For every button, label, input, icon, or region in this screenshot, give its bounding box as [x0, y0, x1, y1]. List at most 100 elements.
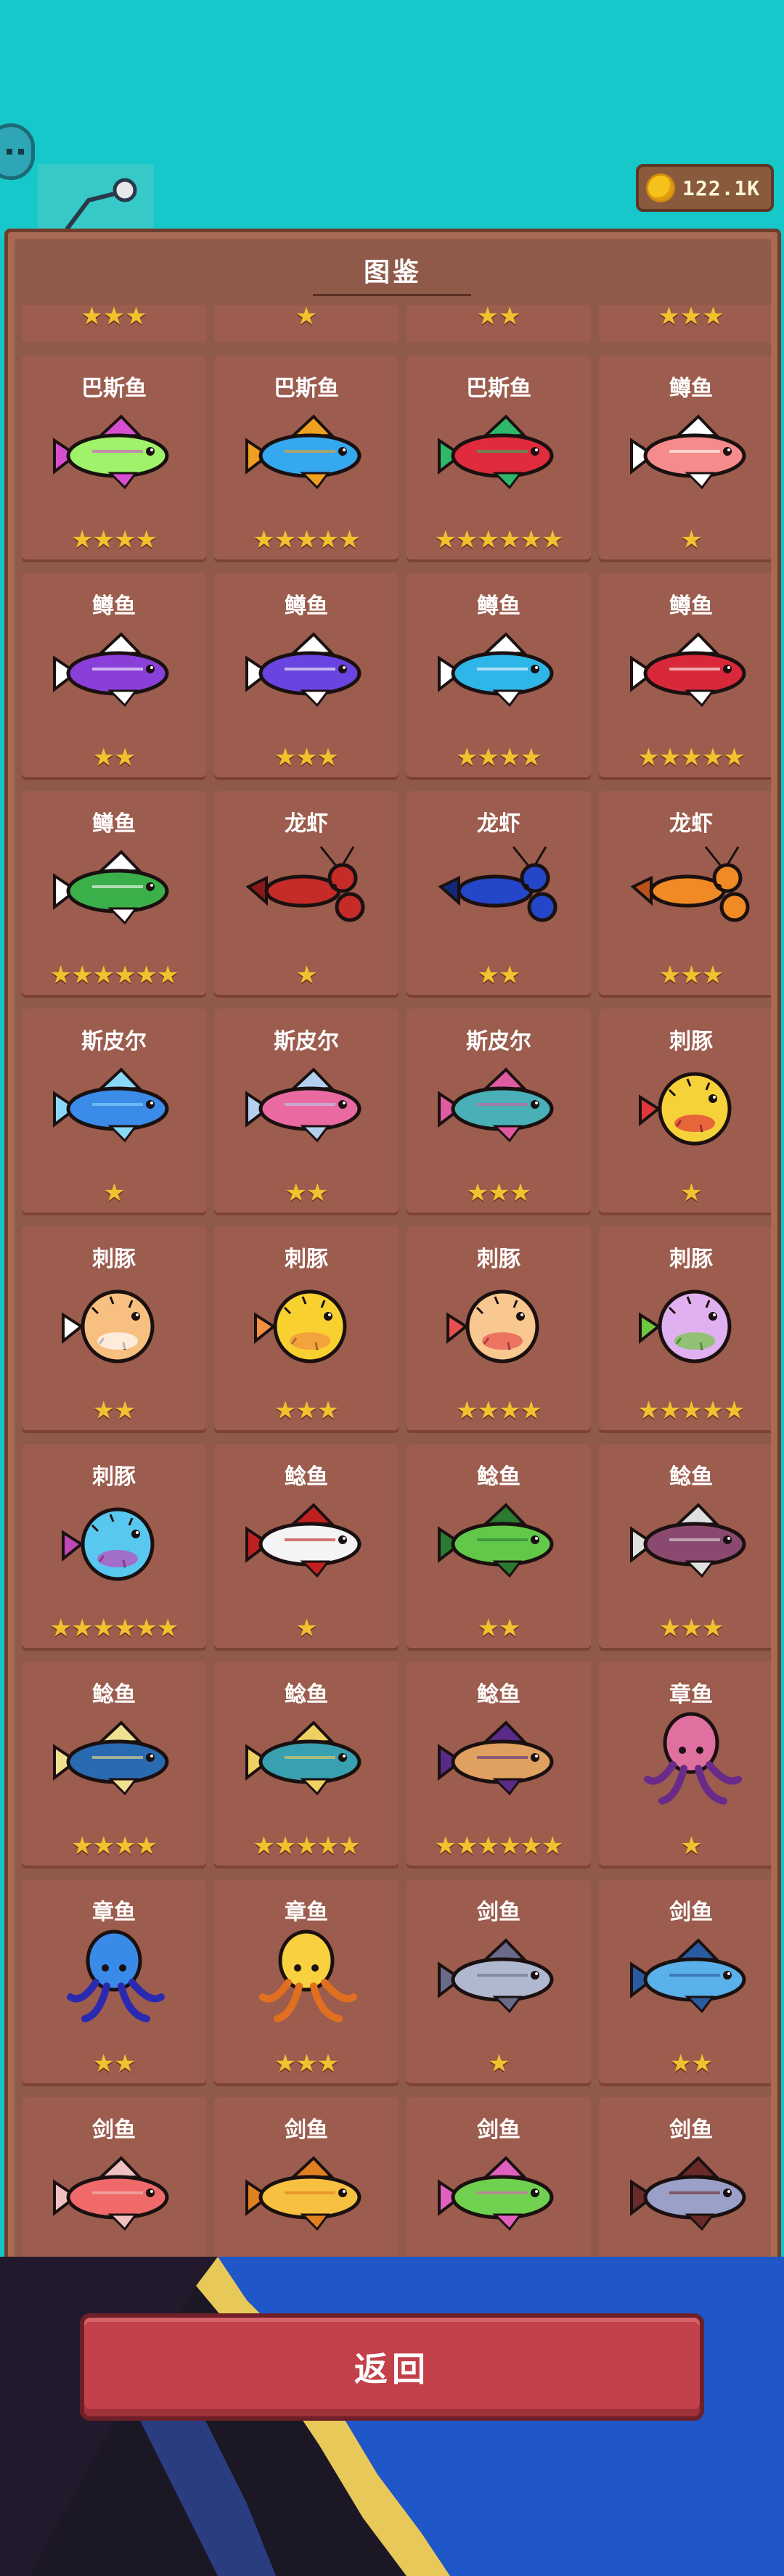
- fish-icon: [438, 1720, 554, 1796]
- card-species-name: 鳟鱼: [669, 376, 713, 401]
- pufferfish-icon: [639, 1072, 732, 1146]
- collection-card[interactable]: 章鱼 ★★★: [214, 1879, 399, 2086]
- collection-card[interactable]: 鳟鱼 ★★★★★★: [22, 791, 206, 998]
- collection-card-partial[interactable]: ★★★: [22, 305, 206, 342]
- pufferfish-icon: [254, 1289, 347, 1363]
- card-stars: ★★★★: [456, 1396, 542, 1425]
- card-species-name: 鳟鱼: [669, 594, 713, 619]
- collection-card-partial[interactable]: ★★★: [599, 305, 771, 342]
- card-creature-image: [234, 1924, 379, 2033]
- card-species-name: 剑鱼: [669, 1900, 713, 1925]
- collection-card[interactable]: 斯皮尔 ★★★: [407, 1009, 591, 1215]
- collection-card[interactable]: 斯皮尔 ★: [22, 1009, 206, 1215]
- collection-card[interactable]: 鲶鱼 ★★★: [599, 1444, 771, 1651]
- fish-icon: [245, 2156, 362, 2231]
- collection-card[interactable]: 刺豚 ★★★★★: [599, 1226, 771, 1433]
- collection-card[interactable]: 鲶鱼 ★★★★★★: [407, 1662, 591, 1869]
- card-stars: ★★★★: [71, 1831, 158, 1861]
- card-creature-image: [41, 1924, 187, 2033]
- collection-card[interactable]: 鲶鱼 ★★: [407, 1444, 591, 1651]
- fish-icon: [53, 632, 169, 707]
- collection-card[interactable]: 龙虾 ★: [214, 791, 399, 998]
- card-stars: ★★★★★: [253, 525, 360, 554]
- card-creature-image: [426, 836, 571, 945]
- fish-icon: [53, 414, 169, 490]
- collection-card[interactable]: 刺豚 ★★★★: [407, 1226, 591, 1433]
- card-stars: ★★: [477, 961, 521, 990]
- fish-icon: [630, 632, 746, 707]
- card-stars: ★★: [92, 1396, 136, 1425]
- fishing-hook-icon: [65, 178, 137, 231]
- card-stars: ★★★★: [456, 743, 542, 772]
- collection-card[interactable]: 鳟鱼 ★★★★★: [599, 573, 771, 780]
- card-species-name: 龙虾: [669, 811, 713, 837]
- card-species-name: 鲶鱼: [285, 1682, 328, 1707]
- collection-card[interactable]: 剑鱼 ★★: [599, 1879, 771, 2086]
- collection-card[interactable]: 鳟鱼 ★★: [22, 573, 206, 780]
- card-species-name: 鳟鱼: [477, 594, 520, 619]
- card-creature-image: [234, 836, 379, 945]
- card-stars: ★: [680, 525, 702, 554]
- card-stars: ★★: [476, 305, 521, 331]
- fish-icon: [53, 1720, 169, 1796]
- card-species-name: 刺豚: [477, 1247, 520, 1272]
- card-creature-image: [618, 836, 764, 945]
- card-stars: ★★: [92, 743, 136, 772]
- card-species-name: 鲶鱼: [92, 1682, 136, 1707]
- card-creature-image: [41, 836, 187, 945]
- card-stars: ★★★: [658, 1614, 724, 1643]
- collection-card[interactable]: 章鱼 ★: [599, 1662, 771, 1869]
- collection-card[interactable]: 章鱼 ★★: [22, 1879, 206, 2086]
- collection-card[interactable]: 刺豚 ★★★: [214, 1226, 399, 1433]
- card-species-name: 鲶鱼: [669, 1464, 713, 1490]
- collection-card[interactable]: 巴斯鱼 ★★★★★: [214, 356, 399, 562]
- card-stars: ★★: [92, 2049, 136, 2078]
- card-species-name: 巴斯鱼: [274, 376, 339, 401]
- collection-card[interactable]: 鳟鱼 ★: [599, 356, 771, 562]
- collection-card[interactable]: 斯皮尔 ★★: [214, 1009, 399, 1215]
- collection-card[interactable]: 龙虾 ★★★: [599, 791, 771, 998]
- collection-card[interactable]: 巴斯鱼 ★★★★: [22, 356, 206, 562]
- card-species-name: 剑鱼: [477, 1900, 520, 1925]
- card-creature-image: [618, 1054, 764, 1162]
- coin-amount: 122.1K: [682, 176, 761, 200]
- collection-card[interactable]: 鲶鱼 ★★★★★: [214, 1662, 399, 1869]
- collection-card[interactable]: 鲶鱼 ★: [214, 1444, 399, 1651]
- lobster-icon: [630, 846, 750, 922]
- card-creature-image: [426, 618, 571, 727]
- card-species-name: 章鱼: [92, 1900, 136, 1925]
- collection-card[interactable]: 鳟鱼 ★★★★: [407, 573, 591, 780]
- back-button[interactable]: 返回: [80, 2313, 704, 2421]
- card-species-name: 剑鱼: [92, 2117, 136, 2143]
- collection-card[interactable]: 鳟鱼 ★★★: [214, 573, 399, 780]
- card-stars: ★★★★: [71, 525, 158, 554]
- card-species-name: 刺豚: [92, 1247, 136, 1272]
- pufferfish-icon: [446, 1289, 539, 1363]
- card-stars: ★★★★★: [637, 743, 745, 772]
- card-stars: ★★★★★★: [49, 1614, 179, 1643]
- card-species-name: 巴斯鱼: [81, 376, 147, 401]
- collection-grid[interactable]: ★★★ ★ ★★ ★★★ 巴斯鱼 ★★★★ 巴斯鱼 ★★★★★ 巴斯鱼 ★★★★…: [16, 305, 771, 2286]
- card-species-name: 刺豚: [285, 1247, 328, 1272]
- collection-card[interactable]: 刺豚 ★: [599, 1009, 771, 1215]
- collection-card[interactable]: 刺豚 ★★★★★★: [22, 1444, 206, 1651]
- card-creature-image: [618, 401, 764, 509]
- collection-card[interactable]: 龙虾 ★★: [407, 791, 591, 998]
- collection-card-partial[interactable]: ★★: [407, 305, 591, 342]
- fish-icon: [438, 1067, 554, 1143]
- card-creature-image: [41, 618, 187, 727]
- collection-card[interactable]: 鲶鱼 ★★★★: [22, 1662, 206, 1869]
- card-stars: ★: [103, 1178, 125, 1207]
- collection-card-partial[interactable]: ★: [214, 305, 399, 342]
- collection-card[interactable]: 剑鱼 ★: [407, 1879, 591, 2086]
- collection-card[interactable]: 刺豚 ★★: [22, 1226, 206, 1433]
- card-creature-image: [426, 1489, 571, 1598]
- card-stars: ★★★★★★: [49, 961, 179, 990]
- title-underline: [313, 294, 471, 296]
- card-species-name: 龙虾: [477, 811, 520, 837]
- card-creature-image: [41, 1054, 187, 1162]
- lobster-icon: [245, 846, 365, 922]
- collection-card[interactable]: 巴斯鱼 ★★★★★★: [407, 356, 591, 562]
- card-creature-image: [426, 2142, 571, 2251]
- card-creature-image: [41, 401, 187, 509]
